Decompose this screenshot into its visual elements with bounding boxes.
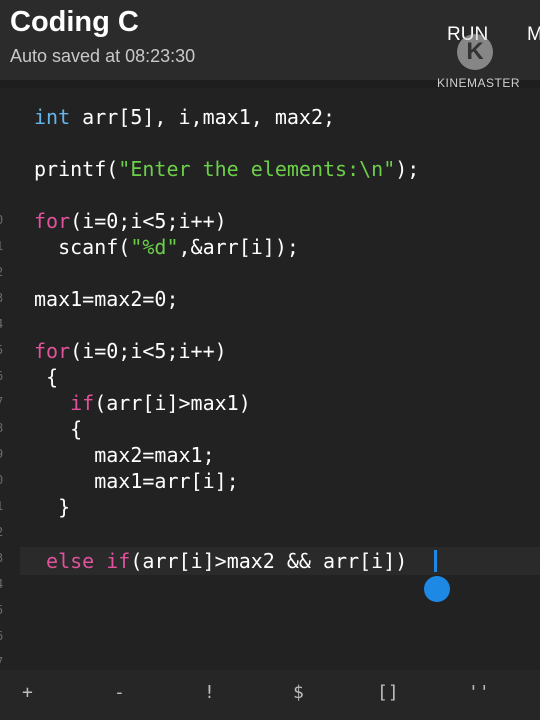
code-line: {: [34, 364, 58, 390]
code-line: scanf("%d",&arr[i]);: [34, 234, 299, 260]
symbol-toolbar: + - ! $ [] '': [0, 670, 540, 720]
code-token: {: [34, 365, 59, 389]
line-number: 7: [0, 655, 8, 669]
code-line: max1=max2=0;: [34, 286, 179, 312]
code-token: (i=0;i<5;i++): [70, 339, 227, 363]
keyword-token: for: [34, 209, 71, 233]
code-token: ): [395, 549, 408, 573]
line-number: 0: [0, 473, 8, 487]
code-line: for(i=0;i<5;i++): [34, 338, 227, 364]
line-number: 4: [0, 577, 8, 591]
code-token: {: [34, 417, 83, 441]
line-number: 4: [0, 317, 8, 331]
code-line: {: [34, 416, 82, 442]
keyword-token: for: [34, 339, 71, 363]
autosave-status: Auto saved at 08:23:30: [10, 46, 196, 66]
line-number: 7: [0, 395, 8, 409]
line-number: 2: [0, 265, 8, 279]
file-title: Coding C: [10, 6, 139, 38]
keyword-token: else: [46, 549, 95, 573]
code-editor[interactable]: 0 1 2 3 4 5 6 7 8 9 0 1 2 3 4 5 6 7 int …: [0, 88, 540, 670]
key-exclamation[interactable]: !: [204, 682, 215, 703]
line-number: 5: [0, 603, 8, 617]
string-token: "Enter the elements:\n": [118, 157, 396, 181]
line-number: 3: [0, 551, 8, 565]
code-token: max1=arr[i];: [34, 469, 239, 493]
line-number: 0: [0, 213, 8, 227]
code-token: }: [34, 495, 71, 519]
key-minus[interactable]: -: [114, 682, 125, 703]
key-quotes[interactable]: '': [468, 682, 490, 703]
code-token: (i=0;i<5;i++): [70, 209, 227, 233]
line-number: 1: [0, 239, 8, 253]
code-line: for(i=0;i<5;i++): [34, 208, 227, 234]
code-token: (arr[i]>max1): [94, 391, 251, 415]
code-line-current: else if(arr[i]>max2 && arr[i]): [34, 548, 407, 574]
code-token: ,&arr[i]);: [178, 235, 299, 259]
keyword-token: if: [106, 549, 131, 573]
kinemaster-logo-icon: K: [457, 34, 493, 70]
keyword-token: if: [70, 391, 95, 415]
code-token: max2=max1;: [34, 443, 215, 467]
line-number: 3: [0, 291, 8, 305]
line-number: 9: [0, 447, 8, 461]
type-token: int: [34, 105, 71, 129]
code-line: }: [34, 494, 70, 520]
string-token: "%d": [130, 235, 179, 259]
app-header: Coding C Auto saved at 08:23:30 RUN M K …: [0, 0, 540, 90]
text-cursor: [434, 550, 437, 572]
code-token: printf(: [34, 157, 119, 181]
key-dollar[interactable]: $: [293, 682, 304, 703]
key-brackets[interactable]: []: [377, 682, 399, 703]
code-line: max1=arr[i];: [34, 468, 239, 494]
key-plus[interactable]: +: [22, 682, 33, 703]
line-number: 2: [0, 525, 8, 539]
code-line: max2=max1;: [34, 442, 215, 468]
code-line: int arr[5], i,max1, max2;: [34, 104, 335, 130]
line-number: 6: [0, 369, 8, 383]
code-token: );: [395, 157, 420, 181]
line-number: 8: [0, 421, 8, 435]
more-button[interactable]: M: [527, 24, 540, 46]
line-number: 6: [0, 629, 8, 643]
code-token: max1=max2=0;: [34, 287, 179, 311]
code-token: arr[5], i,max1, max2;: [70, 105, 336, 129]
line-number: 1: [0, 499, 8, 513]
cursor-handle[interactable]: [424, 576, 450, 602]
line-number: 5: [0, 343, 8, 357]
code-line: if(arr[i]>max1): [34, 390, 251, 416]
code-line: printf("Enter the elements:\n");: [34, 156, 419, 182]
code-token: scanf(: [34, 235, 131, 259]
code-token: (arr[i]>max2 && arr[i]: [130, 549, 396, 573]
